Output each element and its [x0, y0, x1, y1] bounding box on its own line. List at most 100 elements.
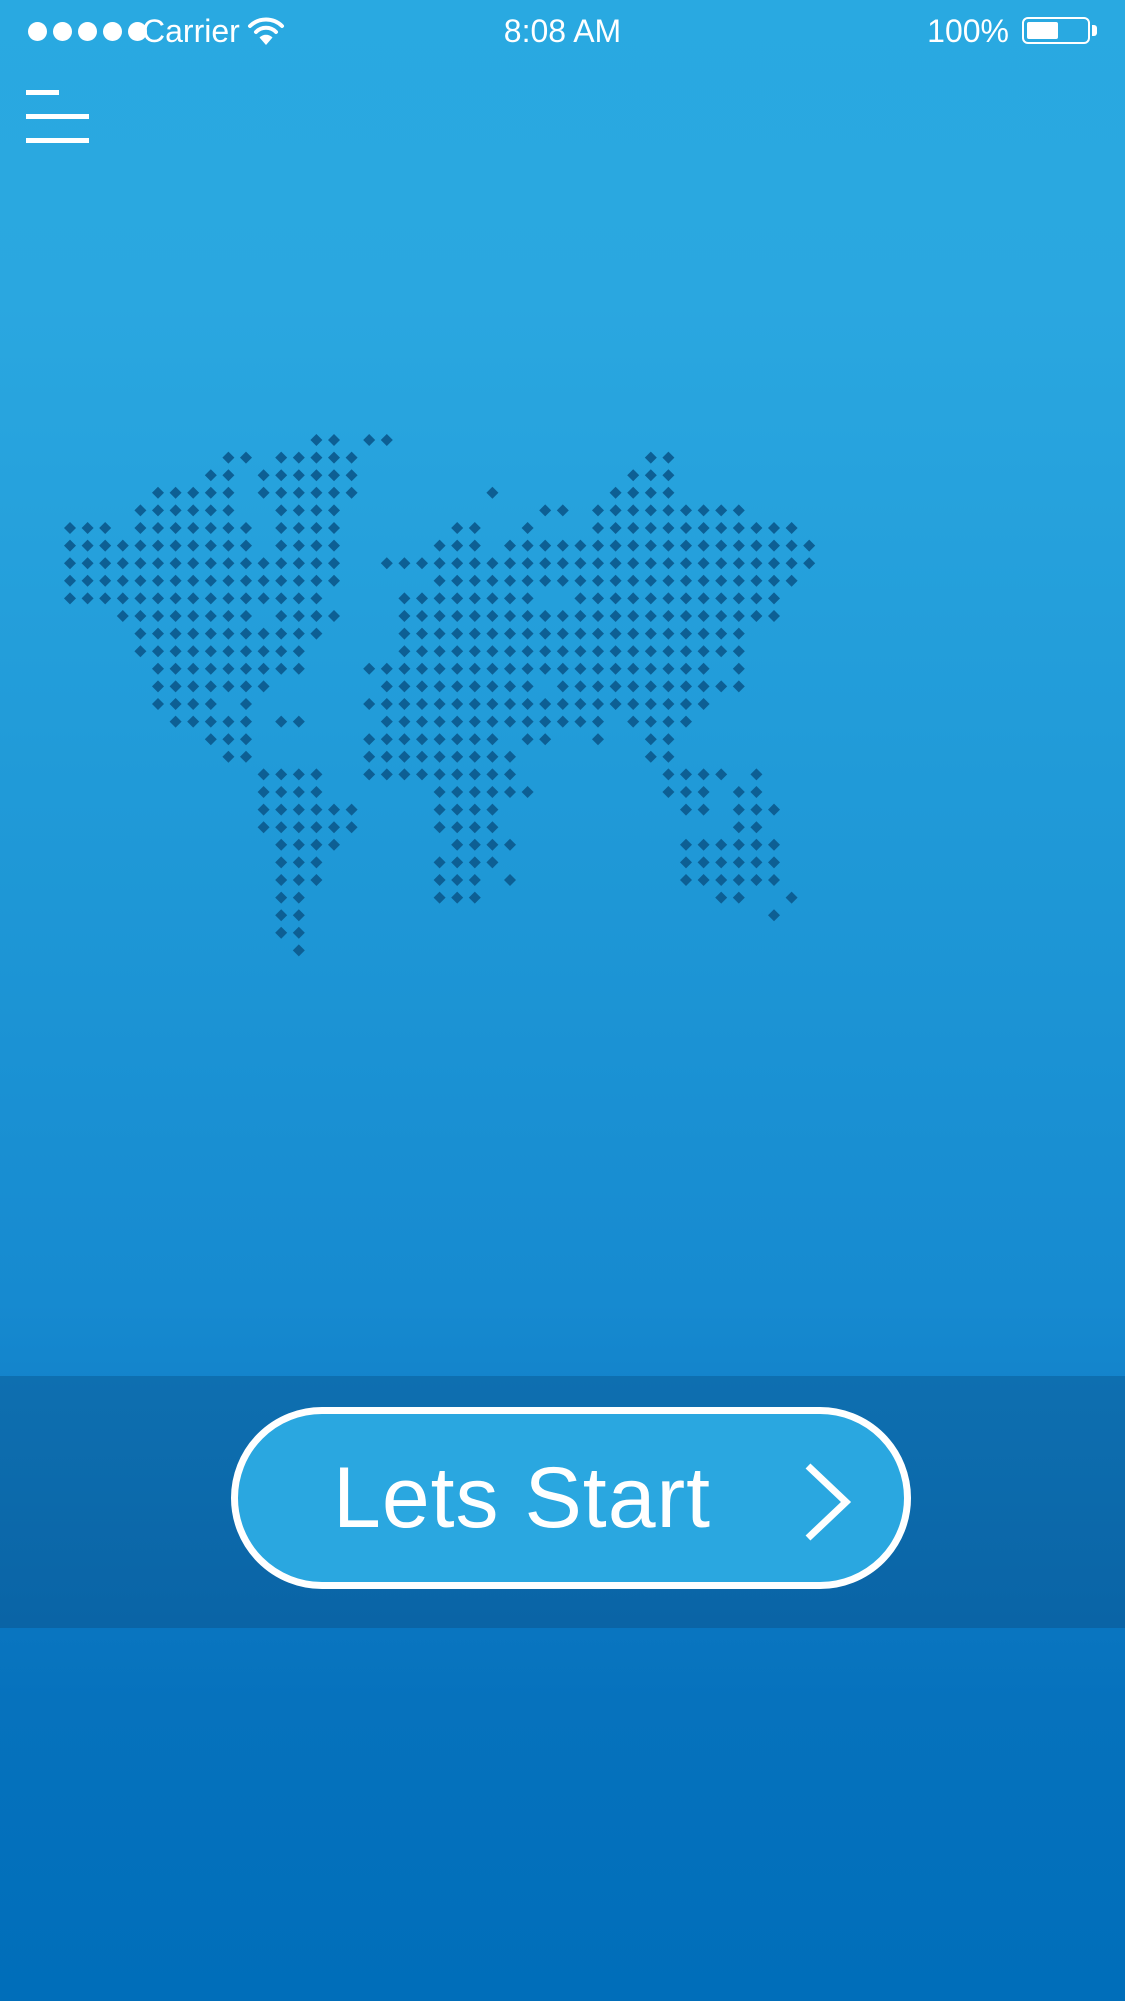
- map-dot: [697, 557, 710, 570]
- map-dot: [275, 856, 288, 869]
- map-dot: [627, 522, 640, 534]
- map-dot: [609, 504, 622, 517]
- map-dot: [644, 592, 657, 605]
- map-dot: [732, 539, 745, 552]
- map-dot: [732, 891, 745, 904]
- map-dot: [785, 522, 798, 534]
- map-dot: [275, 838, 288, 851]
- map-dot: [169, 627, 182, 640]
- map-dot: [416, 645, 428, 658]
- map-dot: [609, 627, 622, 640]
- map-dot: [451, 539, 464, 552]
- map-dot: [310, 486, 323, 499]
- map-dot: [715, 504, 728, 517]
- map-dot: [627, 680, 640, 693]
- map-dot: [627, 504, 640, 517]
- map-dot: [662, 662, 675, 675]
- map-dot: [644, 469, 657, 482]
- map-dot: [64, 539, 76, 552]
- map-dot: [204, 592, 217, 605]
- map-dot: [416, 680, 428, 693]
- map-dot: [556, 539, 569, 552]
- map-dot: [468, 768, 481, 781]
- map-dot: [451, 698, 464, 710]
- map-dot: [204, 486, 217, 499]
- map-dot: [609, 610, 622, 622]
- map-dot: [292, 574, 305, 587]
- map-dot: [750, 874, 763, 886]
- map-dot: [785, 539, 798, 552]
- map-dot: [152, 574, 164, 587]
- map-dot: [187, 680, 200, 693]
- map-dot: [416, 733, 428, 746]
- map-dot: [204, 610, 217, 622]
- map-dot: [292, 926, 305, 939]
- map-dot: [433, 768, 446, 781]
- map-dot: [504, 768, 516, 781]
- map-dot: [768, 874, 780, 886]
- map-dot: [416, 750, 428, 763]
- map-dot: [451, 856, 464, 869]
- map-dot: [697, 856, 710, 869]
- map-dot: [451, 574, 464, 587]
- hamburger-menu-icon[interactable]: [24, 86, 94, 146]
- map-dot: [240, 627, 252, 640]
- map-dot: [187, 662, 200, 675]
- map-dot: [592, 610, 604, 622]
- map-dot: [345, 451, 358, 464]
- map-dot: [310, 504, 323, 517]
- map-dot: [644, 574, 657, 587]
- map-dot: [592, 557, 604, 570]
- map-dot: [275, 451, 288, 464]
- map-dot: [539, 715, 552, 728]
- map-dot: [292, 469, 305, 482]
- map-dot: [187, 715, 200, 728]
- map-dot: [240, 574, 252, 587]
- map-dot: [433, 645, 446, 658]
- map-dot: [328, 469, 340, 482]
- map-dot: [152, 662, 164, 675]
- map-dot: [169, 698, 182, 710]
- map-dot: [275, 504, 288, 517]
- map-dot: [152, 504, 164, 517]
- map-dot: [715, 645, 728, 658]
- map-dot: [328, 574, 340, 587]
- lets-start-button[interactable]: Lets Start: [231, 1407, 911, 1589]
- map-dot: [398, 627, 411, 640]
- map-dot: [486, 698, 499, 710]
- map-dot: [152, 539, 164, 552]
- map-dot: [275, 522, 288, 534]
- map-dot: [521, 645, 534, 658]
- map-dot: [187, 574, 200, 587]
- map-dot: [732, 821, 745, 834]
- map-dot: [292, 557, 305, 570]
- map-dot: [99, 522, 112, 534]
- map-dot: [398, 733, 411, 746]
- map-dot: [680, 557, 692, 570]
- map-dot: [697, 768, 710, 781]
- map-dot: [609, 574, 622, 587]
- map-dot: [99, 557, 112, 570]
- map-dot: [433, 803, 446, 816]
- map-dot: [680, 522, 692, 534]
- map-dot: [468, 698, 481, 710]
- map-dot: [64, 592, 76, 605]
- map-dot: [768, 557, 780, 570]
- map-dot: [310, 874, 323, 886]
- map-dot: [521, 733, 534, 746]
- map-dot: [292, 891, 305, 904]
- map-dot: [187, 486, 200, 499]
- map-dot: [451, 733, 464, 746]
- map-dot: [750, 768, 763, 781]
- map-dot: [310, 557, 323, 570]
- map-dot: [310, 838, 323, 851]
- map-dot: [644, 486, 657, 499]
- map-dot: [134, 627, 147, 640]
- map-dot: [451, 786, 464, 798]
- map-dot: [81, 592, 94, 605]
- map-dot: [662, 539, 675, 552]
- map-dot: [662, 680, 675, 693]
- map-dot: [662, 733, 675, 746]
- map-dot: [662, 750, 675, 763]
- map-dot: [768, 909, 780, 922]
